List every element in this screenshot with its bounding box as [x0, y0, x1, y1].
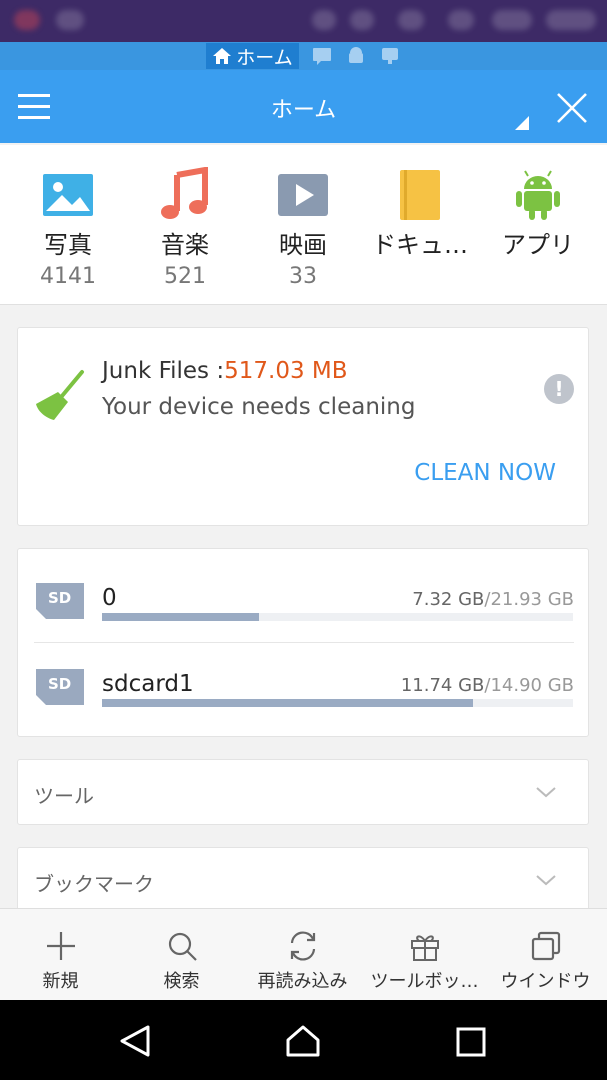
sd-card-icon: SD: [36, 669, 84, 705]
status-icon: [312, 10, 336, 30]
storage-card: SD 0 7.32 GB/21.93 GB SD sdcard1 11.74 G…: [17, 548, 589, 737]
status-icon: [350, 10, 374, 30]
bottom-toolbar: 新規 検索 再読み込み ツールボッ… ウインドウ: [0, 908, 607, 1000]
image-icon: [43, 174, 93, 216]
battery-icon: [492, 10, 532, 30]
toolbox-button[interactable]: ツールボッ…: [364, 929, 485, 993]
broom-icon: [36, 370, 84, 420]
storage-total: /21.93 GB: [484, 589, 574, 610]
tools-section[interactable]: ツール: [17, 759, 589, 825]
junk-files-card: Junk Files :517.03 MB Your device needs …: [17, 327, 589, 526]
info-icon[interactable]: !: [544, 374, 574, 404]
breadcrumb-home[interactable]: ホーム: [206, 43, 299, 69]
category-count: 521: [164, 264, 206, 289]
system-nav-bar: [0, 1000, 607, 1080]
junk-files-size: 517.03 MB: [224, 358, 348, 384]
storage-bar: [102, 699, 573, 707]
storage-used: 7.32 GB: [412, 589, 485, 610]
chevron-down-icon: [536, 875, 556, 886]
android-icon: [516, 170, 560, 220]
tool-label: ウインドウ: [500, 971, 591, 992]
clean-now-button[interactable]: CLEAN NOW: [414, 460, 556, 486]
category-music[interactable]: 音楽 521: [126, 167, 244, 289]
category-label: ドキュ…: [372, 231, 468, 259]
storage-bar-fill: [102, 699, 474, 707]
storage-bar-fill: [102, 613, 260, 621]
category-label: 音楽: [161, 231, 209, 259]
dropdown-corner-icon[interactable]: [515, 116, 529, 130]
message-icon[interactable]: [311, 45, 333, 67]
notification-icon: [56, 10, 84, 30]
tool-label: 再読み込み: [257, 971, 348, 992]
search-icon: [168, 932, 197, 961]
home-icon[interactable]: [285, 1024, 321, 1058]
refresh-icon: [290, 931, 315, 961]
video-play-icon: [278, 174, 328, 216]
windows-button[interactable]: ウインドウ: [485, 929, 606, 993]
app-bar: ホーム: [0, 70, 607, 143]
new-button[interactable]: 新規: [0, 929, 121, 993]
category-label: 映画: [279, 231, 327, 259]
category-video[interactable]: 映画 33: [244, 167, 362, 289]
signal-icon: [448, 10, 474, 30]
tool-label: 検索: [163, 971, 200, 992]
storage-name: 0: [102, 585, 117, 611]
gift-icon: [410, 935, 439, 961]
category-label: 写真: [44, 231, 92, 259]
storage-total: /14.90 GB: [484, 675, 574, 696]
windows-icon: [531, 931, 560, 961]
category-panel: 写真 4141 音楽 521 映画 33 ドキュ… アプリ: [0, 145, 607, 305]
android-icon[interactable]: [345, 45, 367, 67]
storage-used: 11.74 GB: [400, 675, 485, 696]
bookmarks-label: ブックマーク: [34, 872, 154, 896]
storage-size: 11.74 GB/14.90 GB: [401, 675, 574, 696]
svg-text:SD: SD: [48, 675, 71, 693]
status-bar: [0, 0, 607, 42]
clock: [546, 10, 596, 30]
search-button[interactable]: 検索: [121, 929, 242, 993]
category-apps[interactable]: アプリ: [479, 167, 597, 264]
category-count: 4141: [40, 264, 96, 289]
storage-row[interactable]: SD sdcard1 11.74 GB/14.90 GB: [18, 637, 590, 725]
notification-icon: [14, 10, 40, 30]
tool-label: 新規: [42, 971, 79, 992]
storage-bar: [102, 613, 573, 621]
breadcrumb: ホーム: [0, 42, 607, 70]
chevron-down-icon: [536, 787, 556, 798]
category-photos[interactable]: 写真 4141: [9, 167, 127, 289]
sd-card-icon: SD: [36, 583, 84, 619]
music-note-icon: [161, 167, 208, 219]
storage-size: 7.32 GB/21.93 GB: [412, 589, 574, 610]
bookmarks-section[interactable]: ブックマーク: [17, 847, 589, 913]
storage-name: sdcard1: [102, 671, 194, 697]
junk-files-title: Junk Files :517.03 MB: [102, 358, 348, 384]
home-icon: [213, 48, 232, 64]
back-icon[interactable]: [118, 1024, 152, 1058]
junk-files-label: Junk Files :: [102, 358, 225, 384]
recent-apps-icon[interactable]: [456, 1027, 486, 1057]
storage-row[interactable]: SD 0 7.32 GB/21.93 GB: [18, 549, 590, 637]
tools-label: ツール: [34, 784, 94, 808]
wifi-icon: [398, 10, 424, 30]
close-icon[interactable]: [555, 91, 589, 125]
category-count: 33: [289, 264, 317, 289]
junk-files-subtitle: Your device needs cleaning: [102, 394, 416, 420]
tool-label: ツールボッ…: [370, 971, 479, 992]
document-icon: [400, 170, 440, 220]
plus-icon: [46, 932, 75, 960]
category-documents[interactable]: ドキュ…: [361, 167, 479, 264]
category-label: アプリ: [502, 231, 574, 259]
remote-icon[interactable]: [379, 45, 401, 67]
breadcrumb-label: ホーム: [236, 46, 293, 69]
svg-text:SD: SD: [48, 589, 71, 607]
reload-button[interactable]: 再読み込み: [242, 929, 363, 993]
